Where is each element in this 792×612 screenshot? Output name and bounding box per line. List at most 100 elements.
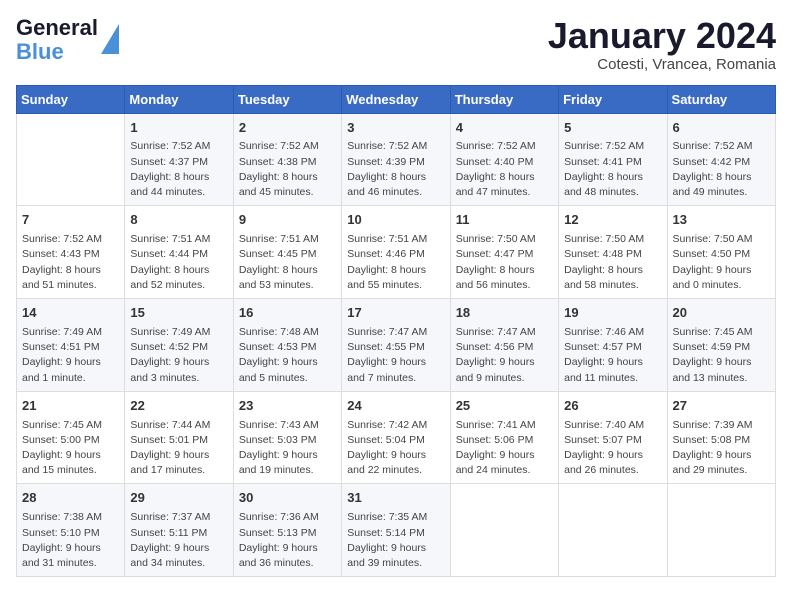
- calendar-cell: 22 Sunrise: 7:44 AM Sunset: 5:01 PM Dayli…: [125, 391, 233, 484]
- day-header-friday: Friday: [559, 85, 667, 113]
- day-info: Sunrise: 7:50 AM Sunset: 4:48 PM Dayligh…: [564, 232, 661, 293]
- day-info: Sunrise: 7:52 AM Sunset: 4:38 PM Dayligh…: [239, 139, 336, 200]
- day-number: 16: [239, 304, 336, 323]
- day-info: Sunrise: 7:52 AM Sunset: 4:43 PM Dayligh…: [22, 232, 119, 293]
- calendar-cell: 7 Sunrise: 7:52 AM Sunset: 4:43 PM Daylig…: [17, 206, 125, 299]
- calendar-cell: 1Sunrise: 7:52 AM Sunset: 4:37 PM Daylig…: [125, 113, 233, 206]
- day-number: 18: [456, 304, 553, 323]
- day-number: 28: [22, 489, 119, 508]
- calendar-cell: 3Sunrise: 7:52 AM Sunset: 4:39 PM Daylig…: [342, 113, 450, 206]
- calendar-cell: 5Sunrise: 7:52 AM Sunset: 4:41 PM Daylig…: [559, 113, 667, 206]
- calendar-week-1: 1Sunrise: 7:52 AM Sunset: 4:37 PM Daylig…: [17, 113, 776, 206]
- day-info: Sunrise: 7:40 AM Sunset: 5:07 PM Dayligh…: [564, 418, 661, 479]
- day-info: Sunrise: 7:39 AM Sunset: 5:08 PM Dayligh…: [673, 418, 770, 479]
- day-info: Sunrise: 7:42 AM Sunset: 5:04 PM Dayligh…: [347, 418, 444, 479]
- day-info: Sunrise: 7:50 AM Sunset: 4:50 PM Dayligh…: [673, 232, 770, 293]
- day-number: 22: [130, 397, 227, 416]
- day-number: 2: [239, 119, 336, 138]
- calendar-cell: 10Sunrise: 7:51 AM Sunset: 4:46 PM Dayli…: [342, 206, 450, 299]
- day-info: Sunrise: 7:41 AM Sunset: 5:06 PM Dayligh…: [456, 418, 553, 479]
- calendar-cell: 11 Sunrise: 7:50 AM Sunset: 4:47 PM Dayli…: [450, 206, 558, 299]
- calendar-cell: [17, 113, 125, 206]
- calendar-cell: 4Sunrise: 7:52 AM Sunset: 4:40 PM Daylig…: [450, 113, 558, 206]
- day-info: Sunrise: 7:52 AM Sunset: 4:40 PM Dayligh…: [456, 139, 553, 200]
- day-header-row: SundayMondayTuesdayWednesdayThursdayFrid…: [17, 85, 776, 113]
- day-number: 8: [130, 211, 227, 230]
- calendar-week-3: 14 Sunrise: 7:49 AM Sunset: 4:51 PM Dayli…: [17, 299, 776, 392]
- calendar-cell: 26 Sunrise: 7:40 AM Sunset: 5:07 PM Dayli…: [559, 391, 667, 484]
- calendar-cell: 14 Sunrise: 7:49 AM Sunset: 4:51 PM Dayli…: [17, 299, 125, 392]
- day-number: 7: [22, 211, 119, 230]
- calendar-cell: 27 Sunrise: 7:39 AM Sunset: 5:08 PM Dayli…: [667, 391, 775, 484]
- calendar-cell: 6Sunrise: 7:52 AM Sunset: 4:42 PM Daylig…: [667, 113, 775, 206]
- calendar-week-5: 28Sunrise: 7:38 AM Sunset: 5:10 PM Dayli…: [17, 484, 776, 577]
- day-header-monday: Monday: [125, 85, 233, 113]
- calendar-body: 1Sunrise: 7:52 AM Sunset: 4:37 PM Daylig…: [17, 113, 776, 577]
- calendar-cell: 28Sunrise: 7:38 AM Sunset: 5:10 PM Dayli…: [17, 484, 125, 577]
- day-number: 20: [673, 304, 770, 323]
- day-info: Sunrise: 7:47 AM Sunset: 4:56 PM Dayligh…: [456, 325, 553, 386]
- day-header-sunday: Sunday: [17, 85, 125, 113]
- calendar-cell: 18 Sunrise: 7:47 AM Sunset: 4:56 PM Dayli…: [450, 299, 558, 392]
- calendar-header: SundayMondayTuesdayWednesdayThursdayFrid…: [17, 85, 776, 113]
- calendar-cell: 17Sunrise: 7:47 AM Sunset: 4:55 PM Dayli…: [342, 299, 450, 392]
- calendar-cell: 9 Sunrise: 7:51 AM Sunset: 4:45 PM Daylig…: [233, 206, 341, 299]
- day-info: Sunrise: 7:52 AM Sunset: 4:41 PM Dayligh…: [564, 139, 661, 200]
- day-number: 19: [564, 304, 661, 323]
- day-info: Sunrise: 7:50 AM Sunset: 4:47 PM Dayligh…: [456, 232, 553, 293]
- calendar-cell: 20Sunrise: 7:45 AM Sunset: 4:59 PM Dayli…: [667, 299, 775, 392]
- calendar-cell: 21Sunrise: 7:45 AM Sunset: 5:00 PM Dayli…: [17, 391, 125, 484]
- day-number: 5: [564, 119, 661, 138]
- calendar-cell: 31Sunrise: 7:35 AM Sunset: 5:14 PM Dayli…: [342, 484, 450, 577]
- day-number: 27: [673, 397, 770, 416]
- day-header-tuesday: Tuesday: [233, 85, 341, 113]
- day-number: 12: [564, 211, 661, 230]
- day-info: Sunrise: 7:44 AM Sunset: 5:01 PM Dayligh…: [130, 418, 227, 479]
- day-info: Sunrise: 7:48 AM Sunset: 4:53 PM Dayligh…: [239, 325, 336, 386]
- day-info: Sunrise: 7:51 AM Sunset: 4:45 PM Dayligh…: [239, 232, 336, 293]
- day-number: 30: [239, 489, 336, 508]
- title-block: January 2024 Cotesti, Vrancea, Romania: [548, 16, 776, 73]
- page-header: General Blue January 2024 Cotesti, Vranc…: [16, 16, 776, 73]
- day-number: 14: [22, 304, 119, 323]
- day-header-thursday: Thursday: [450, 85, 558, 113]
- calendar-cell: 16 Sunrise: 7:48 AM Sunset: 4:53 PM Dayli…: [233, 299, 341, 392]
- calendar-cell: [450, 484, 558, 577]
- calendar-cell: 12 Sunrise: 7:50 AM Sunset: 4:48 PM Dayli…: [559, 206, 667, 299]
- calendar-title: January 2024: [548, 16, 776, 56]
- calendar-cell: 29Sunrise: 7:37 AM Sunset: 5:11 PM Dayli…: [125, 484, 233, 577]
- calendar-cell: 19 Sunrise: 7:46 AM Sunset: 4:57 PM Dayli…: [559, 299, 667, 392]
- day-number: 11: [456, 211, 553, 230]
- logo-triangle-icon: [101, 24, 119, 54]
- day-number: 17: [347, 304, 444, 323]
- day-number: 3: [347, 119, 444, 138]
- day-number: 13: [673, 211, 770, 230]
- calendar-cell: 8 Sunrise: 7:51 AM Sunset: 4:44 PM Daylig…: [125, 206, 233, 299]
- day-info: Sunrise: 7:51 AM Sunset: 4:44 PM Dayligh…: [130, 232, 227, 293]
- calendar-cell: 30 Sunrise: 7:36 AM Sunset: 5:13 PM Dayli…: [233, 484, 341, 577]
- day-number: 26: [564, 397, 661, 416]
- calendar-cell: [559, 484, 667, 577]
- logo-text: General Blue: [16, 16, 98, 64]
- day-info: Sunrise: 7:43 AM Sunset: 5:03 PM Dayligh…: [239, 418, 336, 479]
- day-header-wednesday: Wednesday: [342, 85, 450, 113]
- day-number: 1: [130, 119, 227, 138]
- day-header-saturday: Saturday: [667, 85, 775, 113]
- calendar-cell: 24 Sunrise: 7:42 AM Sunset: 5:04 PM Dayli…: [342, 391, 450, 484]
- day-info: Sunrise: 7:46 AM Sunset: 4:57 PM Dayligh…: [564, 325, 661, 386]
- calendar-cell: 2Sunrise: 7:52 AM Sunset: 4:38 PM Daylig…: [233, 113, 341, 206]
- calendar-table: SundayMondayTuesdayWednesdayThursdayFrid…: [16, 85, 776, 578]
- day-number: 9: [239, 211, 336, 230]
- calendar-cell: [667, 484, 775, 577]
- day-info: Sunrise: 7:36 AM Sunset: 5:13 PM Dayligh…: [239, 510, 336, 571]
- calendar-cell: 13 Sunrise: 7:50 AM Sunset: 4:50 PM Dayli…: [667, 206, 775, 299]
- day-number: 24: [347, 397, 444, 416]
- day-number: 10: [347, 211, 444, 230]
- calendar-cell: 23 Sunrise: 7:43 AM Sunset: 5:03 PM Dayli…: [233, 391, 341, 484]
- day-info: Sunrise: 7:49 AM Sunset: 4:51 PM Dayligh…: [22, 325, 119, 386]
- day-number: 25: [456, 397, 553, 416]
- day-number: 23: [239, 397, 336, 416]
- day-number: 4: [456, 119, 553, 138]
- calendar-subtitle: Cotesti, Vrancea, Romania: [548, 56, 776, 73]
- logo-text-block: General Blue: [16, 16, 119, 64]
